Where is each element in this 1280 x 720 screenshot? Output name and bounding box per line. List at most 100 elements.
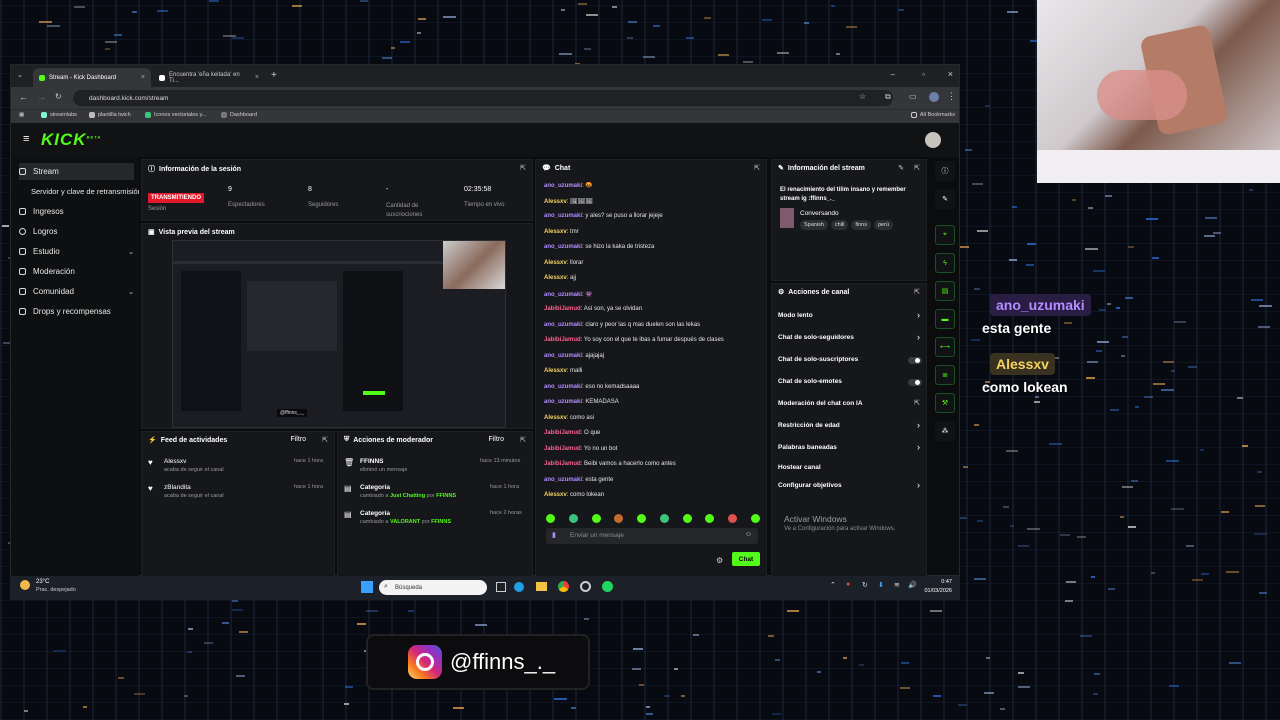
lightning-icon[interactable]: ϟ <box>935 253 955 273</box>
kick-logo[interactable]: KICKBETA <box>41 130 101 150</box>
chat-username[interactable]: ano_uzumaki <box>544 213 582 219</box>
sidebar-item-comunidad[interactable]: Comunidad ⌄ <box>19 283 134 300</box>
emote-icon[interactable] <box>728 514 738 523</box>
chat-message-list[interactable]: ano_uzumaki: 🤬 Alessxv: 🖼🖼🖼 ano_uzumaki: y… <box>536 178 768 510</box>
channel-action-item[interactable]: Palabras baneadas › <box>772 442 928 456</box>
gear-icon[interactable]: ⚙ <box>716 556 723 565</box>
minimize-button[interactable]: – <box>891 70 895 79</box>
channel-action-item[interactable]: Restricción de edad › <box>772 420 928 434</box>
channel-action-item[interactable]: Chat de solo-suscriptores <box>772 354 928 368</box>
popout-icon[interactable]: ⇱ <box>322 436 328 444</box>
task-view-icon[interactable] <box>496 582 506 592</box>
bookmark-plantilla[interactable]: plantilla twich <box>89 112 131 118</box>
tab-kick-dashboard[interactable]: Stream - Kick Dashboard × <box>33 68 151 87</box>
emote-icon[interactable] <box>682 514 692 523</box>
bookmark-streamlabs[interactable]: streamlabs <box>41 112 77 118</box>
emote-icon[interactable] <box>614 514 624 523</box>
windows-start-icon[interactable] <box>361 581 373 593</box>
channel-action-item[interactable]: Configurar objetivos › <box>772 480 928 494</box>
activity-filter-button[interactable]: Filtro <box>290 436 306 443</box>
bookmark-star-icon[interactable]: ☆ <box>859 92 866 101</box>
chat-username[interactable]: JabibiJamud <box>544 446 581 452</box>
share-icon[interactable]: ⁂ <box>935 421 955 441</box>
file-explorer-icon[interactable] <box>536 582 547 591</box>
reload-icon[interactable]: ↻ <box>55 92 62 101</box>
wrench-icon[interactable]: ⚒ <box>935 393 955 413</box>
toggle-switch[interactable] <box>908 357 922 364</box>
chat-username[interactable]: ano_uzumaki <box>544 322 582 328</box>
maximize-button[interactable]: ▫ <box>922 70 925 79</box>
more-menu-icon[interactable]: ⋮ <box>947 91 956 102</box>
mod-filter-button[interactable]: Filtro <box>488 436 504 443</box>
chrome-icon[interactable] <box>558 581 569 592</box>
tab-tiktok-search[interactable]: Encuentra 'eña keitada' en Ti... × <box>153 68 265 87</box>
popout-icon[interactable]: ⇱ <box>754 164 760 172</box>
channel-action-item[interactable]: Hostear canal <box>772 462 928 476</box>
chat-username[interactable]: JabibiJamud <box>544 337 581 343</box>
send-chat-button[interactable]: Chat <box>732 552 760 566</box>
emote-icon[interactable] <box>568 514 578 523</box>
emote-icon[interactable] <box>750 514 760 523</box>
chat-username[interactable]: Alessxv <box>544 492 567 498</box>
emote-icon[interactable] <box>637 514 647 523</box>
popout-icon[interactable]: ⇱ <box>914 288 920 296</box>
popout-icon[interactable]: ⇱ <box>520 164 526 172</box>
channel-action-item[interactable]: Chat de solo-emotes <box>772 376 928 390</box>
all-bookmarks[interactable]: All Bookmarks <box>910 112 955 118</box>
apps-grid-icon[interactable]: ▦ <box>19 112 24 118</box>
chat-username[interactable]: ano_uzumaki <box>544 244 582 250</box>
popout-icon[interactable]: ⇱ <box>520 436 526 444</box>
chat-username[interactable]: Alessxv <box>544 260 567 266</box>
url-field[interactable]: dashboard.kick.com/stream <box>73 90 893 106</box>
channel-action-item[interactable]: Modo lento › <box>772 310 928 324</box>
forward-icon[interactable]: → <box>37 92 46 102</box>
window-close-button[interactable]: × <box>948 69 953 79</box>
channel-action-item[interactable]: Chat de solo-seguidores › <box>772 332 928 346</box>
info-icon[interactable]: ⓘ <box>935 161 955 181</box>
sidebar-item-ingresos[interactable]: Ingresos <box>19 203 134 220</box>
clip-icon[interactable]: ⌖ <box>935 225 955 245</box>
chat-username[interactable]: ano_uzumaki <box>544 384 582 390</box>
bookmark-iconos[interactable]: Iconos vectoriales y... <box>145 112 206 118</box>
chat-username[interactable]: Alessxv <box>544 199 567 205</box>
new-tab-button[interactable]: + <box>271 70 277 81</box>
close-icon[interactable]: × <box>141 74 145 81</box>
channel-action-item[interactable]: Moderación del chat con IA ⇱ <box>772 398 928 412</box>
obs-icon[interactable] <box>580 581 591 592</box>
back-icon[interactable]: ← <box>19 92 28 102</box>
hamburger-menu-icon[interactable]: ≡ <box>23 133 29 145</box>
tray-app-icon[interactable]: ● <box>846 581 850 588</box>
emote-icon[interactable] <box>546 514 555 523</box>
list-icon[interactable]: ≣ <box>935 365 955 385</box>
emote-icon[interactable] <box>705 514 715 523</box>
system-tray-chevron-icon[interactable]: ⌃ <box>830 581 836 589</box>
sidebar-item-stream[interactable]: Stream <box>19 163 134 180</box>
chat-username[interactable]: ano_uzumaki <box>544 477 582 483</box>
chat-username[interactable]: JabibiJamud <box>544 306 581 312</box>
clipboard-icon[interactable]: ▤ <box>935 281 955 301</box>
chat-username[interactable]: ano_uzumaki <box>544 292 582 298</box>
raid-icon[interactable]: ⟷ <box>935 337 955 357</box>
tray-app-icon[interactable]: ⬇ <box>878 581 884 589</box>
user-avatar[interactable] <box>925 132 941 148</box>
chat-username[interactable]: ano_uzumaki <box>544 399 582 405</box>
chat-username[interactable]: JabibiJamud <box>544 461 581 467</box>
edge-icon[interactable] <box>514 582 524 592</box>
chat-username[interactable]: JabibiJamud <box>544 430 581 436</box>
sidebar-item-drops[interactable]: Drops y recompensas <box>19 303 134 320</box>
tray-sync-icon[interactable]: ↻ <box>862 581 868 589</box>
tab-list-icon[interactable]: ⌄ <box>17 71 23 79</box>
chat-bubble-icon[interactable]: ▬ <box>935 309 955 329</box>
chat-username[interactable]: Alessxv <box>544 229 567 235</box>
bookmark-dashboard[interactable]: Dashboard <box>221 112 257 118</box>
spotify-icon[interactable] <box>602 581 613 592</box>
chat-username[interactable]: Alessxv <box>544 275 567 281</box>
wifi-icon[interactable]: ≋ <box>894 581 900 589</box>
taskbar-search-field[interactable]: ⌕ Búsqueda <box>379 580 487 595</box>
chat-username[interactable]: ano_uzumaki <box>544 353 582 359</box>
edit-icon[interactable]: ✎ <box>898 164 904 172</box>
stream-preview-video[interactable]: @ffinns_._ <box>172 240 506 428</box>
chat-username[interactable]: Alessxv <box>544 368 567 374</box>
toggle-switch[interactable] <box>908 379 922 386</box>
chat-username[interactable]: Alessxv <box>544 415 567 421</box>
